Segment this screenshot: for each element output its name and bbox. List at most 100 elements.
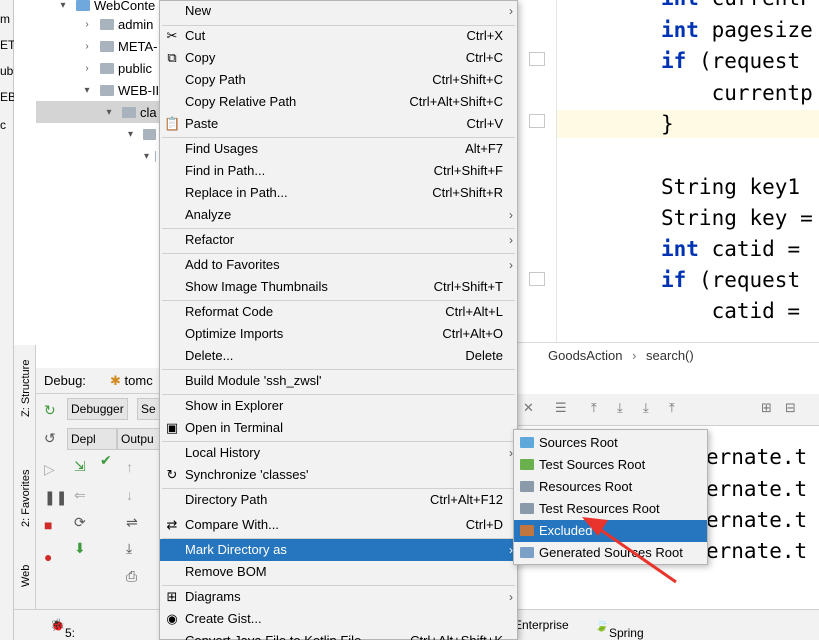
menu-item-compare-with[interactable]: ⇄ Compare With... Ctrl+D <box>160 514 517 536</box>
menu-item-directory-path[interactable]: Directory Path Ctrl+Alt+F12 <box>160 489 517 511</box>
menu-item-delete[interactable]: Delete... Delete <box>160 345 517 367</box>
menu-item-show-in-explorer[interactable]: Show in Explorer <box>160 395 517 417</box>
resume-icon[interactable]: ▷ <box>44 461 55 478</box>
tab-output[interactable]: Outpu <box>117 428 160 450</box>
menu-item-label: Find in Path... <box>185 163 266 178</box>
code-line: if (request <box>661 49 800 73</box>
scroll-down-icon[interactable]: ↓ <box>126 487 133 503</box>
chevron-down-icon[interactable]: ▾ <box>80 85 94 96</box>
step-over-icon[interactable]: ⇲ <box>74 458 86 475</box>
scroll-up-icon[interactable]: ↑ <box>126 459 133 475</box>
menu-item-mark-directory-as[interactable]: Mark Directory as › <box>160 539 517 561</box>
down-icon[interactable]: ⤓ <box>617 400 623 416</box>
tomcat-run-tab[interactable]: ✱ tomc <box>110 373 153 389</box>
menu-item-analyze[interactable]: Analyze › <box>160 204 517 226</box>
submenu-item-excluded[interactable]: Excluded <box>514 520 707 542</box>
menu-item-find-in-path[interactable]: Find in Path... Ctrl+Shift+F <box>160 160 517 182</box>
chevron-down-icon[interactable]: ▾ <box>102 107 116 118</box>
submenu-item-generated-sources-root[interactable]: Generated Sources Root <box>514 542 707 564</box>
step-into-icon[interactable]: ⤓ <box>643 400 649 416</box>
menu-item-new[interactable]: New › <box>160 0 517 22</box>
web-tool-tab[interactable]: Web <box>20 565 32 587</box>
menu-item-shortcut: Ctrl+Shift+R <box>432 185 503 200</box>
menu-item-remove-bom[interactable]: Remove BOM <box>160 561 517 583</box>
menu-item-convert-java-file-to-kotlin-file[interactable]: Convert Java File to Kotlin File Ctrl+Alt… <box>160 630 517 640</box>
soft-wrap-icon[interactable]: ⇌ <box>126 514 138 531</box>
menu-item-open-in-terminal[interactable]: ▣ Open in Terminal <box>160 417 517 439</box>
chevron-down-icon[interactable]: ▾ <box>124 129 137 140</box>
enterprise-tool-tab[interactable]: Enterprise <box>514 618 569 632</box>
menu-item-replace-in-path[interactable]: Replace in Path... Ctrl+Shift+R <box>160 182 517 204</box>
breakpoints-icon[interactable]: ● <box>44 549 52 565</box>
chevron-down-icon[interactable]: ▾ <box>56 0 70 11</box>
tree-item[interactable]: › admin <box>14 13 160 35</box>
menu-item-show-image-thumbnails[interactable]: Show Image Thumbnails Ctrl+Shift+T <box>160 276 517 298</box>
fold-marker-icon[interactable] <box>529 52 545 66</box>
tree-item[interactable]: › public <box>14 57 160 79</box>
chevron-right-icon[interactable]: › <box>80 19 94 30</box>
submenu-item-test-resources-root[interactable]: Test Resources Root <box>514 498 707 520</box>
ide-window: m ET ub EB c ▾ WebConte › admin › META- › public ▾ WE… <box>0 0 819 640</box>
folder-icon <box>100 84 114 96</box>
menu-item-add-to-favorites[interactable]: Add to Favorites › <box>160 254 517 276</box>
up-icon[interactable]: ⤒ <box>591 400 597 416</box>
menu-item-refactor[interactable]: Refactor › <box>160 229 517 251</box>
tree-item[interactable]: › META- <box>14 35 160 57</box>
menu-item-copy-path[interactable]: Copy Path Ctrl+Shift+C <box>160 69 517 91</box>
submenu-item-resources-root[interactable]: Resources Root <box>514 476 707 498</box>
menu-item-reformat-code[interactable]: Reformat Code Ctrl+Alt+L <box>160 301 517 323</box>
fold-marker-icon[interactable] <box>529 114 545 128</box>
code-text: catid = <box>698 237 801 261</box>
menu-item-diagrams[interactable]: ⊞ Diagrams › <box>160 586 517 608</box>
table-icon[interactable]: ⊞ <box>761 400 772 416</box>
structure-tool-tab[interactable]: Z: Structure <box>20 360 32 417</box>
chevron-down-icon[interactable]: ▾ <box>144 151 149 162</box>
menu-item-find-usages[interactable]: Find Usages Alt+F7 <box>160 138 517 160</box>
print-icon[interactable]: ⎙ <box>126 568 137 585</box>
chevron-right-icon[interactable]: › <box>80 63 94 74</box>
breadcrumb-class[interactable]: GoodsAction <box>548 348 622 363</box>
submenu-item-label: Sources Root <box>539 435 618 450</box>
menu-item-local-history[interactable]: Local History › <box>160 442 517 464</box>
menu-item-synchronize-classes[interactable]: ↻ Synchronize 'classes' <box>160 464 517 486</box>
settings-icon[interactable]: ⊟ <box>785 400 796 416</box>
tree-item[interactable]: ▾ <box>14 145 160 167</box>
menu-item-cut[interactable]: ✂ Cut Ctrl+X <box>160 25 517 47</box>
rerun-icon[interactable]: ↻ <box>44 402 56 419</box>
menu-item-copy-relative-path[interactable]: Copy Relative Path Ctrl+Alt+Shift+C <box>160 91 517 113</box>
spring-tool-tab[interactable]: 🍃 Spring <box>594 618 644 640</box>
folder-icon <box>520 547 534 558</box>
favorites-tool-tab[interactable]: 2: Favorites <box>20 470 32 527</box>
menu-item-optimize-imports[interactable]: Optimize Imports Ctrl+Alt+O <box>160 323 517 345</box>
menu-item-shortcut: Ctrl+Shift+F <box>433 163 503 178</box>
tree-item[interactable]: ▾ cla <box>36 101 160 123</box>
reload-icon[interactable]: ⟳ <box>74 514 86 531</box>
menu-item-icon: ⧉ <box>167 50 177 65</box>
refresh-icon[interactable]: ↺ <box>44 430 56 447</box>
close-icon[interactable]: ✕ <box>523 400 534 416</box>
code-keyword: int <box>661 18 699 42</box>
breadcrumb-method[interactable]: search() <box>646 348 694 363</box>
submenu-item-sources-root[interactable]: Sources Root <box>514 432 707 454</box>
debug-tool-tab[interactable]: 🐞 5: Debug <box>50 618 75 640</box>
tab-debugger[interactable]: Debugger <box>67 398 128 420</box>
pause-icon[interactable]: ❚❚ <box>44 489 67 506</box>
tree-item[interactable]: ▾ <box>14 123 160 145</box>
menu-item-build-module-ssh-zwsl[interactable]: Build Module 'ssh_zwsl' <box>160 370 517 392</box>
tab-deployment[interactable]: Depl <box>67 428 117 450</box>
step-back-icon[interactable]: ⇐ <box>74 487 86 504</box>
chevron-right-icon[interactable]: › <box>80 41 94 52</box>
menu-item-copy[interactable]: ⧉ Copy Ctrl+C <box>160 47 517 69</box>
fold-marker-icon[interactable] <box>529 272 545 286</box>
scroll-to-end-icon[interactable]: ⤓ <box>126 540 132 557</box>
menu-item-create-gist[interactable]: ◉ Create Gist... <box>160 608 517 630</box>
stop-icon[interactable]: ■ <box>44 517 52 533</box>
tree-item[interactable]: ▾ WEB-II <box>14 79 160 101</box>
deploy-icon[interactable]: ⬇ <box>74 540 86 557</box>
folder-icon <box>100 18 114 30</box>
submenu-item-test-sources-root[interactable]: Test Sources Root <box>514 454 707 476</box>
menu-icon[interactable]: ☰ <box>555 400 567 416</box>
menu-item-paste[interactable]: 📋 Paste Ctrl+V <box>160 113 517 135</box>
tab-server[interactable]: Se <box>137 398 160 420</box>
step-out-icon[interactable]: ⤒ <box>669 400 675 416</box>
